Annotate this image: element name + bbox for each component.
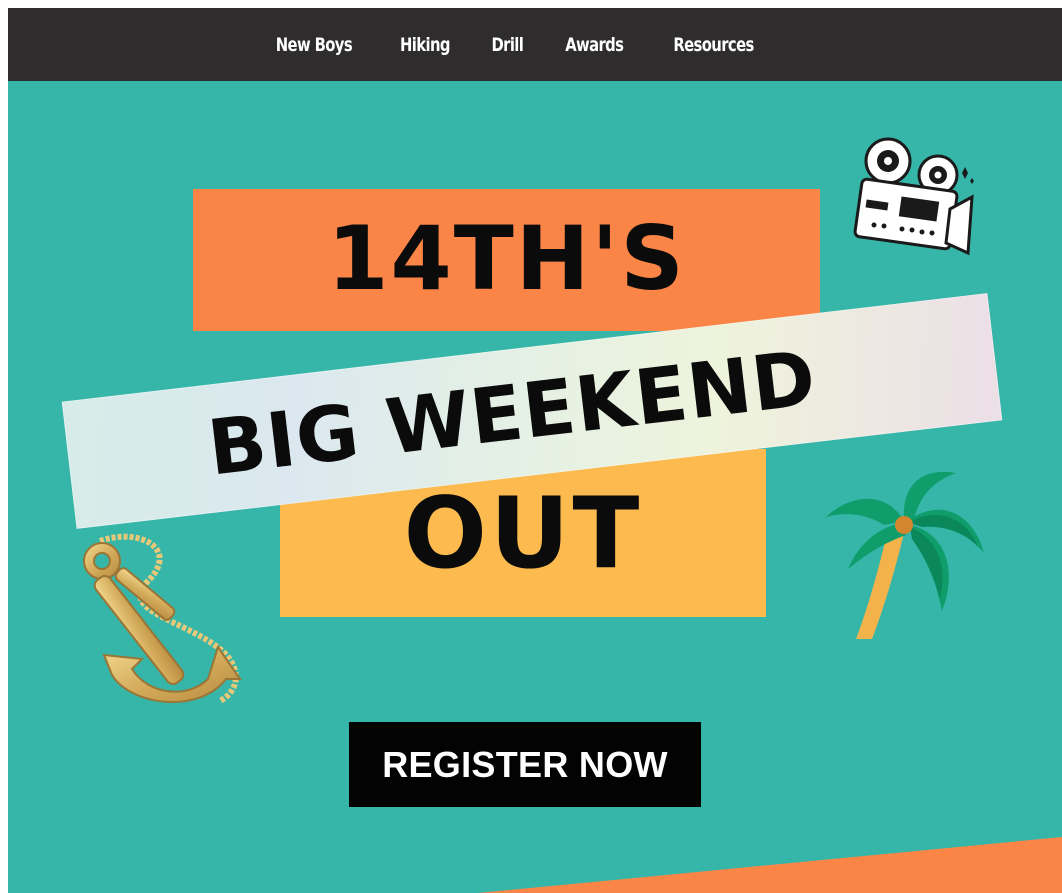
anchor-icon (83, 533, 242, 704)
hero-title-line-1: 14TH'S (327, 207, 686, 310)
hero-banner: 14TH'S OUT BIG WEEKEND REGISTER NOW (8, 81, 1062, 893)
nav-link-hiking[interactable]: Hiking (400, 34, 450, 56)
orange-diagonal-stripe (478, 837, 1062, 893)
register-now-button[interactable]: REGISTER NOW (349, 722, 701, 807)
film-camera-icon (853, 137, 974, 256)
page: New Boys Hiking Drill Awards Resources 1… (8, 8, 1062, 893)
top-navigation-bar: New Boys Hiking Drill Awards Resources (8, 8, 1062, 81)
nav-link-new-boys[interactable]: New Boys (276, 34, 353, 56)
main-nav: New Boys Hiking Drill Awards Resources (8, 8, 1062, 81)
nav-link-resources[interactable]: Resources (673, 34, 754, 56)
nav-link-drill[interactable]: Drill (491, 34, 523, 56)
nav-link-awards[interactable]: Awards (566, 34, 625, 56)
palm-tree-icon (826, 471, 984, 639)
